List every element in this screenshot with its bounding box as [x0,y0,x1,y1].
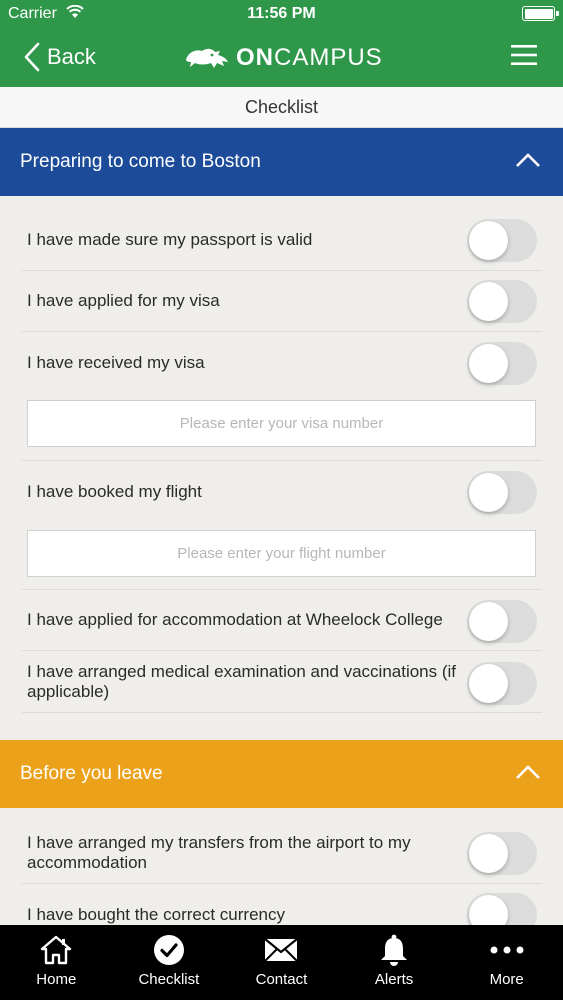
tab-contact[interactable]: Contact [225,925,338,1000]
visa-number-field[interactable] [27,400,536,447]
section-header-before-you-leave[interactable]: Before you leave [0,740,563,808]
toggle-switch[interactable] [467,280,537,323]
hamburger-icon [511,45,537,65]
menu-button[interactable] [511,44,537,71]
checklist-item-transfers: I have arranged my transfers from the ai… [22,822,542,884]
chevron-up-icon [516,153,540,167]
item-label: I have applied for my visa [27,291,220,310]
back-button[interactable]: Back [24,40,96,74]
checklist-item-passport: I have made sure my passport is valid [22,210,542,271]
top-bar: Carrier 11:56 PM Back ONCAMPUS [0,0,563,87]
checkmark-circle-icon [113,933,226,967]
section-title: Preparing to come to Boston [20,151,261,172]
nav-bar: Back ONCAMPUS [0,28,563,87]
brand-logo: ONCAMPUS [184,43,383,73]
checklist-item-accommodation: I have applied for accommodation at Whee… [22,590,542,651]
toggle-switch[interactable] [467,662,537,705]
item-label: I have arranged my transfers from the ai… [27,832,411,872]
tab-label: Home [36,971,77,988]
tab-home[interactable]: Home [0,925,113,1000]
tab-label: Alerts [374,971,414,988]
tab-bar: Home Checklist Contact Alerts More [0,925,563,1000]
section-header-preparing[interactable]: Preparing to come to Boston [0,128,563,196]
tab-checklist[interactable]: Checklist [113,925,226,1000]
toggle-switch[interactable] [467,219,537,262]
tab-label: Contact [255,971,308,988]
chevron-up-icon [516,765,540,779]
item-label: I have made sure my passport is valid [27,230,313,249]
more-dots-icon [450,933,563,967]
flight-number-field[interactable] [27,530,536,577]
tab-label: Checklist [138,971,200,988]
tab-alerts[interactable]: Alerts [338,925,451,1000]
item-label: I have received my visa [27,353,205,372]
toggle-switch[interactable] [467,832,537,875]
item-label: I have arranged medical examination and … [27,661,457,701]
toggle-switch[interactable] [467,342,537,385]
toggle-switch[interactable] [467,600,537,643]
chevron-left-icon [24,42,40,72]
envelope-icon [225,933,338,967]
home-icon [0,933,113,967]
lion-logo-icon [186,48,228,68]
toggle-switch[interactable] [467,471,537,514]
page-title: Checklist [0,87,563,128]
status-time: 11:56 PM [247,5,316,22]
brand-bold: ON [236,44,274,71]
status-bar: Carrier 11:56 PM [0,0,563,28]
battery-icon [522,6,559,21]
checklist-item-visa-applied: I have applied for my visa [22,271,542,332]
item-label: I have booked my flight [27,482,202,501]
tab-label: More [489,971,524,988]
brand-light: CAMPUS [274,44,383,71]
section-title: Before you leave [20,763,163,784]
back-label: Back [47,44,96,69]
bell-icon [338,933,451,967]
checklist-item-medical: I have arranged medical examination and … [22,651,542,713]
tab-more[interactable]: More [450,925,563,1000]
item-label: I have applied for accommodation at Whee… [27,610,443,629]
